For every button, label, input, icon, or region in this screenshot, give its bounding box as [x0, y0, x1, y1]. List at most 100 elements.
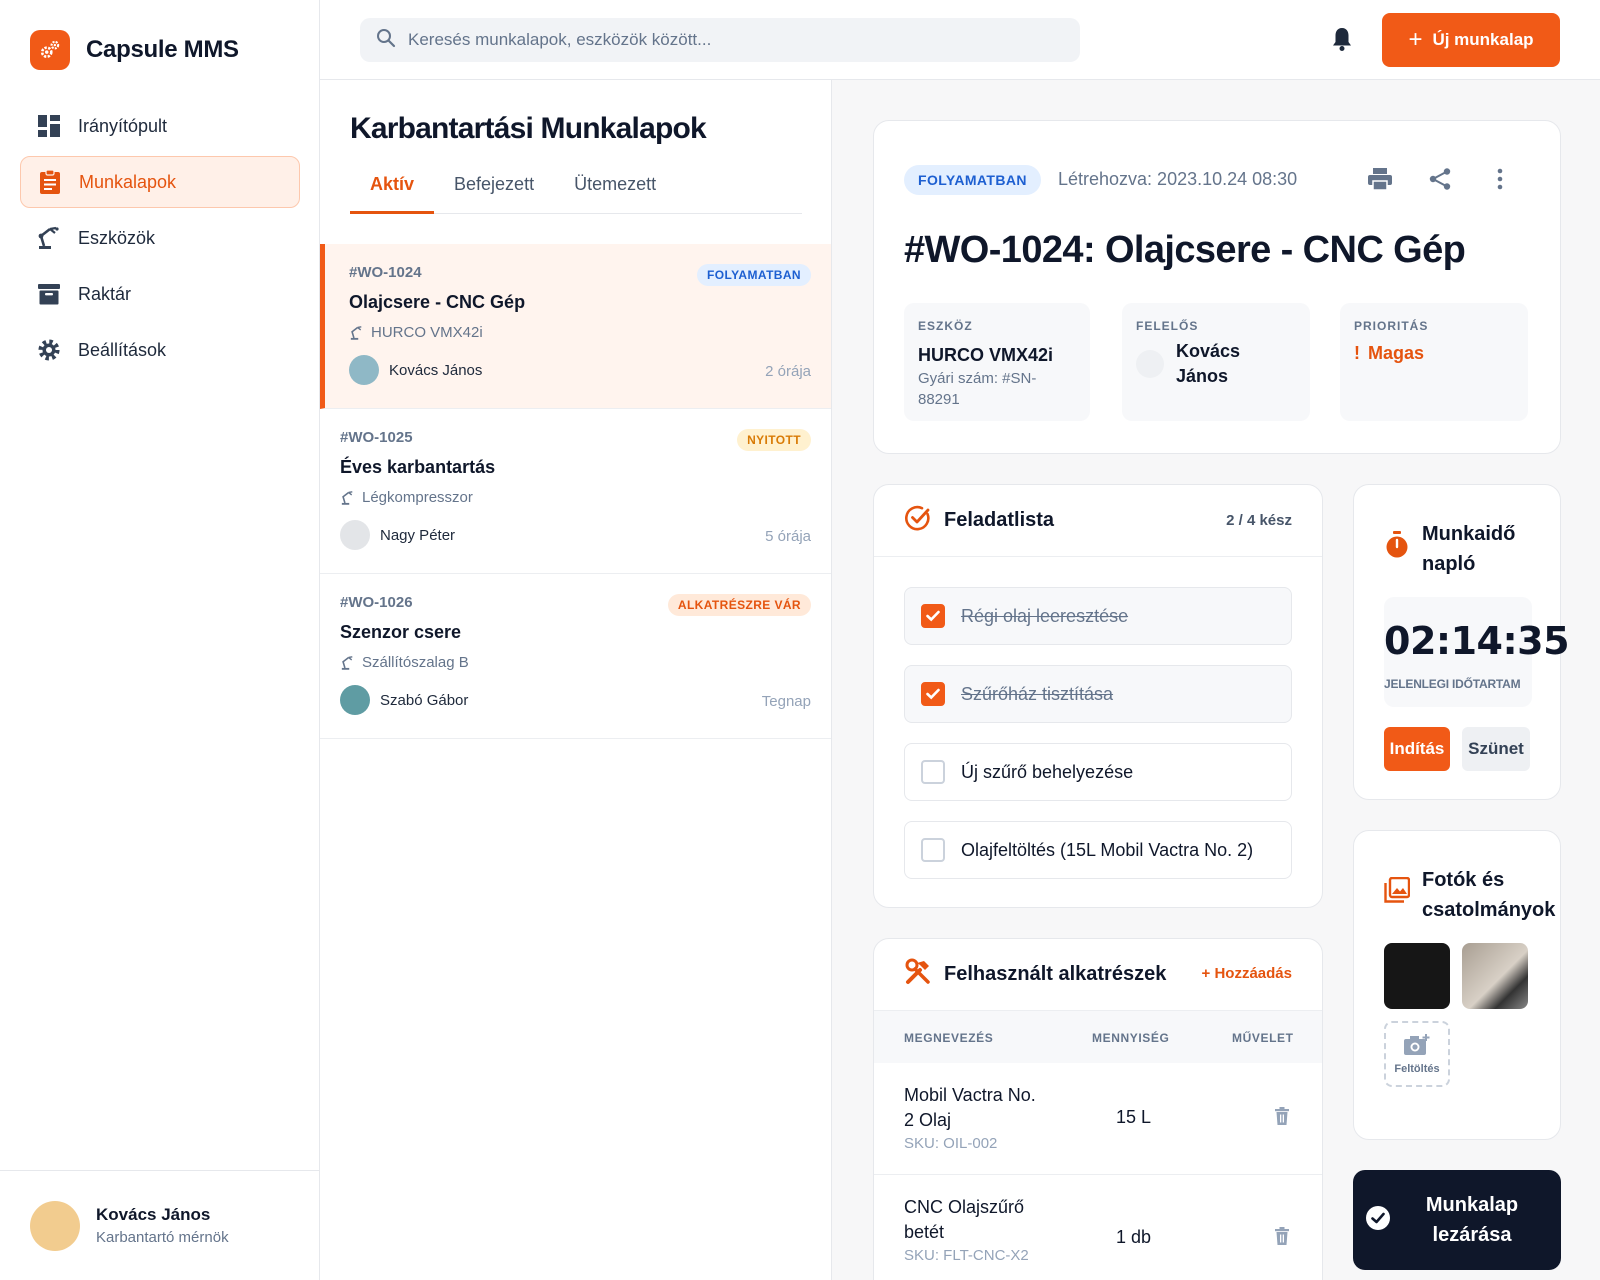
card-title: Feladatlista	[944, 509, 1055, 531]
status-badge: FOLYAMATBAN	[697, 264, 811, 286]
workorder-title: Olajcsere - CNC Gép	[349, 292, 526, 312]
sidebar-item-assets[interactable]: Eszközök	[20, 212, 300, 264]
sidebar: Capsule MMS Irányítópult Munkalapok Eszk…	[0, 0, 320, 1280]
asset-name: Légkompresszor	[362, 489, 473, 506]
owner-value: Kovács János	[1176, 341, 1241, 386]
search-icon	[376, 28, 396, 53]
image-gallery-icon	[1384, 876, 1411, 925]
part-name: CNC Olajszűrő betét	[904, 1197, 1025, 1242]
robot-arm-icon	[350, 325, 362, 340]
search-box[interactable]	[360, 18, 1080, 62]
tools-icon	[904, 958, 932, 991]
more-vertical-icon[interactable]	[1480, 161, 1520, 197]
asset-name: Szállítószalag B	[362, 654, 469, 671]
sidebar-item-warehouse[interactable]: Raktár	[20, 268, 300, 320]
assignee-name: Nagy Péter	[380, 526, 456, 544]
add-part-button[interactable]: + Hozzáadás	[1202, 965, 1292, 982]
stopwatch-icon	[1384, 531, 1410, 579]
parts-card: Felhasznált alkatrészek + Hozzáadás MEGN…	[873, 938, 1323, 1280]
task-progress: 2 / 4 kész	[1226, 512, 1292, 529]
sidebar-nav: Irányítópult Munkalapok Eszközök Raktár …	[20, 100, 300, 380]
topbar: + Új munkalap	[320, 0, 1600, 80]
workorder-header-card: FOLYAMATBAN Létrehozva: 2023.10.24 08:30…	[873, 120, 1561, 454]
sidebar-item-dashboard[interactable]: Irányítópult	[20, 100, 300, 152]
task-label: Régi olaj leeresztése	[961, 605, 1129, 626]
photo-thumbnail[interactable]	[1384, 943, 1450, 1009]
check-circle-icon	[904, 504, 932, 537]
new-workorder-button[interactable]: + Új munkalap	[1382, 13, 1560, 67]
status-badge: ALKATRÉSZRE VÁR	[667, 594, 811, 616]
current-user[interactable]: Kovács János Karbantartó mérnök	[0, 1170, 320, 1280]
search-input[interactable]	[408, 30, 1008, 50]
app-name: Capsule MMS	[86, 36, 239, 63]
list-item[interactable]: #WO-1024 FOLYAMATBAN Olajcsere - CNC Gép…	[320, 244, 831, 409]
time-log-card: Munkaidő napló 02:14:35 JELENLEGI IDŐTAR…	[1353, 484, 1570, 800]
asset-value: HURCO VMX42i	[918, 345, 1054, 365]
checkbox[interactable]	[921, 760, 945, 784]
archive-icon	[36, 281, 62, 307]
plus-icon: +	[1408, 26, 1423, 53]
column-header: MEGNEVEZÉS	[904, 1031, 994, 1045]
print-icon[interactable]	[1360, 161, 1400, 197]
checkbox-checked[interactable]	[921, 604, 945, 628]
owner-meta: FELELŐS Kovács János	[1122, 303, 1310, 421]
sidebar-item-settings[interactable]: Beállítások	[20, 324, 300, 376]
card-title: Felhasznált alkatrészek	[944, 963, 1167, 985]
timer-label: JELENLEGI IDŐTARTAM	[1384, 677, 1521, 691]
sidebar-item-label: Beállítások	[78, 339, 167, 360]
avatar	[340, 520, 370, 550]
robot-arm-icon	[341, 490, 353, 505]
priority-value: Magas	[1368, 343, 1425, 363]
sidebar-item-workorders[interactable]: Munkalapok	[20, 156, 300, 208]
start-button[interactable]: Indítás	[1384, 727, 1450, 771]
trash-icon[interactable]	[1274, 1107, 1290, 1130]
gears-logo-icon	[30, 30, 70, 70]
trash-icon[interactable]	[1274, 1227, 1290, 1250]
user-name: Kovács János	[96, 1205, 211, 1224]
task-item[interactable]: Új szűrő behelyezése	[904, 743, 1292, 801]
asset-name: HURCO VMX42i	[371, 324, 483, 341]
task-item[interactable]: Olajfeltöltés (15L Mobil Vactra No. 2)	[904, 821, 1292, 879]
alert-icon: !	[1354, 343, 1360, 363]
part-name: Mobil Vactra No. 2 Olaj	[904, 1085, 1036, 1130]
column-header: MENNYISÉG	[1092, 1031, 1170, 1045]
dashboard-icon	[36, 113, 62, 139]
page-title: Karbantartási Munkalapok	[350, 112, 707, 145]
upload-label: Feltöltés	[1394, 1063, 1440, 1075]
tab-active[interactable]: Aktív	[350, 166, 435, 214]
card-title: Munkaidő napló	[1422, 523, 1516, 575]
tab-completed[interactable]: Befejezett	[434, 166, 554, 214]
list-item[interactable]: #WO-1025 NYITOTT Éves karbantartás Légko…	[320, 409, 831, 574]
avatar	[349, 355, 379, 385]
header-actions	[1340, 161, 1520, 197]
close-workorder-button[interactable]: Munkalap lezárása	[1353, 1170, 1561, 1270]
parts-table-header: MEGNEVEZÉS MENNYISÉG MŰVELET	[874, 1011, 1322, 1063]
table-row: CNC Olajszűrő betét SKU: FLT-CNC-X2 1 db	[874, 1175, 1322, 1280]
brand[interactable]: Capsule MMS	[30, 30, 239, 70]
part-quantity: 15 L	[1116, 1107, 1152, 1127]
card-title: Fotók és csatolmányok	[1422, 869, 1556, 921]
checkbox-checked[interactable]	[921, 682, 945, 706]
part-sku: SKU: FLT-CNC-X2	[904, 1247, 1029, 1264]
robot-arm-icon	[341, 655, 353, 670]
photo-thumbnail[interactable]	[1462, 943, 1528, 1009]
task-label: Új szűrő behelyezése	[961, 761, 1134, 782]
close-workorder-label: Munkalap lezárása	[1425, 1194, 1519, 1246]
checkbox[interactable]	[921, 838, 945, 862]
tab-scheduled[interactable]: Ütemezett	[554, 166, 676, 214]
workorder-title: Szenzor csere	[340, 622, 462, 642]
task-item[interactable]: Régi olaj leeresztése	[904, 587, 1292, 645]
pause-button[interactable]: Szünet	[1462, 727, 1530, 771]
part-quantity: 1 db	[1116, 1227, 1152, 1247]
avatar	[1136, 350, 1164, 378]
timestamp: Tegnap	[761, 693, 811, 710]
task-item[interactable]: Szűrőház tisztítása	[904, 665, 1292, 723]
gear-icon	[36, 337, 62, 363]
workorder-list: #WO-1024 FOLYAMATBAN Olajcsere - CNC Gép…	[320, 244, 831, 739]
share-icon[interactable]	[1420, 161, 1460, 197]
upload-photo-button[interactable]: Feltöltés	[1384, 1021, 1450, 1087]
task-label: Olajfeltöltés (15L Mobil Vactra No. 2)	[961, 839, 1254, 860]
bell-icon[interactable]	[1330, 26, 1354, 57]
list-item[interactable]: #WO-1026 ALKATRÉSZRE VÁR Szenzor csere S…	[320, 574, 831, 739]
assignee-name: Kovács János	[389, 361, 483, 379]
